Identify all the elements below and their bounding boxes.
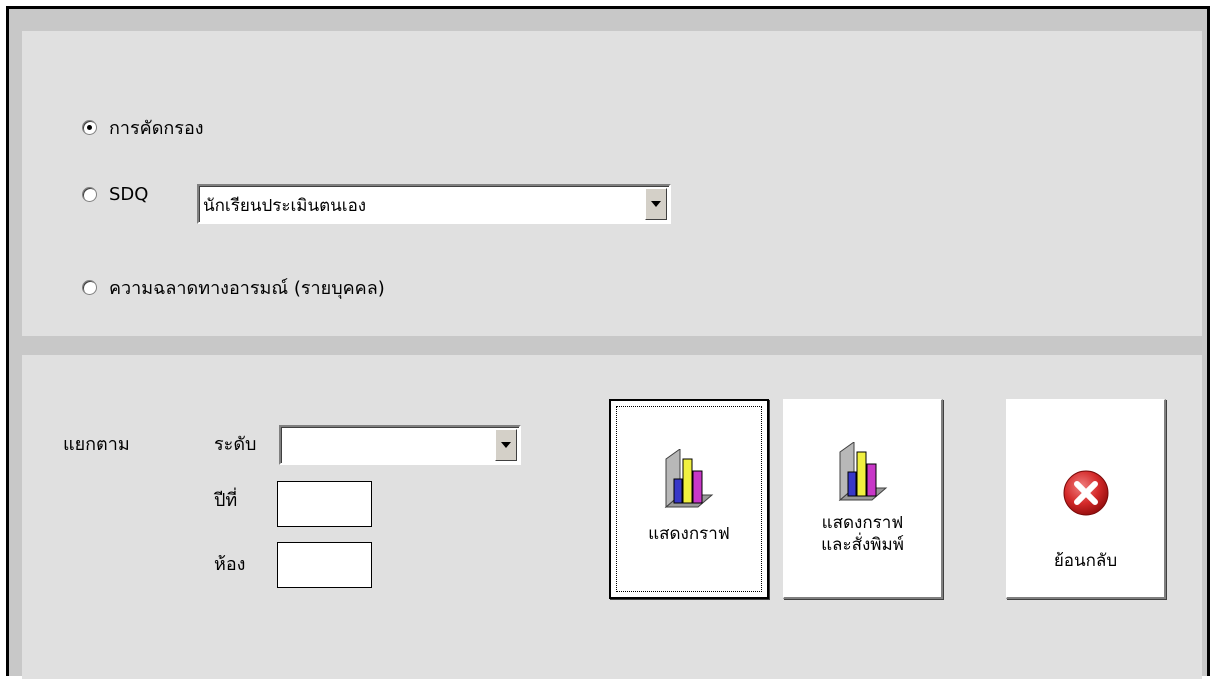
dropdown-arrow-icon[interactable] — [645, 188, 667, 220]
group-by-label: แยกตาม — [63, 434, 130, 455]
report-type-panel: การคัดกรอง SDQ นักเรียนประเมินตนเอง ความ… — [22, 31, 1202, 336]
sdq-assessor-select[interactable]: นักเรียนประเมินตนเอง — [197, 184, 671, 224]
radio-sdq[interactable]: SDQ — [82, 184, 148, 205]
level-label: ระดับ — [214, 434, 257, 455]
filter-panel: แยกตาม ระดับ ปีที่ ห้อง แสดงกราฟ แสดงกรา… — [22, 355, 1202, 679]
radio-screening-label: การคัดกรอง — [109, 118, 204, 139]
year-input[interactable] — [277, 481, 372, 527]
radio-button[interactable] — [82, 120, 97, 135]
window-frame: การคัดกรอง SDQ นักเรียนประเมินตนเอง ความ… — [6, 6, 1210, 679]
bar-chart-icon — [838, 442, 887, 502]
close-circle-icon — [1063, 470, 1108, 516]
bar-chart-icon — [664, 449, 714, 509]
show-and-print-button[interactable]: แสดงกราฟ และสั่งพิมพ์ — [783, 399, 943, 599]
show-and-print-label-line1: แสดงกราฟ — [821, 513, 904, 533]
show-graph-button[interactable]: แสดงกราฟ — [609, 399, 769, 599]
radio-emotional-intelligence[interactable]: ความฉลาดทางอารมณ์ (รายบุคคล) — [82, 273, 385, 302]
radio-screening[interactable]: การคัดกรอง — [82, 113, 204, 142]
radio-button[interactable] — [82, 187, 97, 202]
show-and-print-label-line2: และสั่งพิมพ์ — [821, 535, 904, 555]
year-label: ปีที่ — [214, 490, 238, 511]
room-label: ห้อง — [214, 554, 246, 575]
back-label: ย้อนกลับ — [1053, 551, 1118, 571]
radio-button[interactable] — [82, 280, 97, 295]
show-graph-label: แสดงกราฟ — [648, 524, 730, 544]
back-button[interactable]: ย้อนกลับ — [1006, 399, 1166, 599]
radio-emotional-intelligence-label: ความฉลาดทางอารมณ์ (รายบุคคล) — [109, 278, 385, 299]
room-input[interactable] — [277, 542, 372, 588]
sdq-assessor-value: นักเรียนประเมินตนเอง — [203, 196, 367, 216]
radio-sdq-label: SDQ — [109, 184, 149, 205]
dropdown-arrow-icon[interactable] — [495, 429, 517, 461]
level-select[interactable] — [279, 425, 521, 465]
